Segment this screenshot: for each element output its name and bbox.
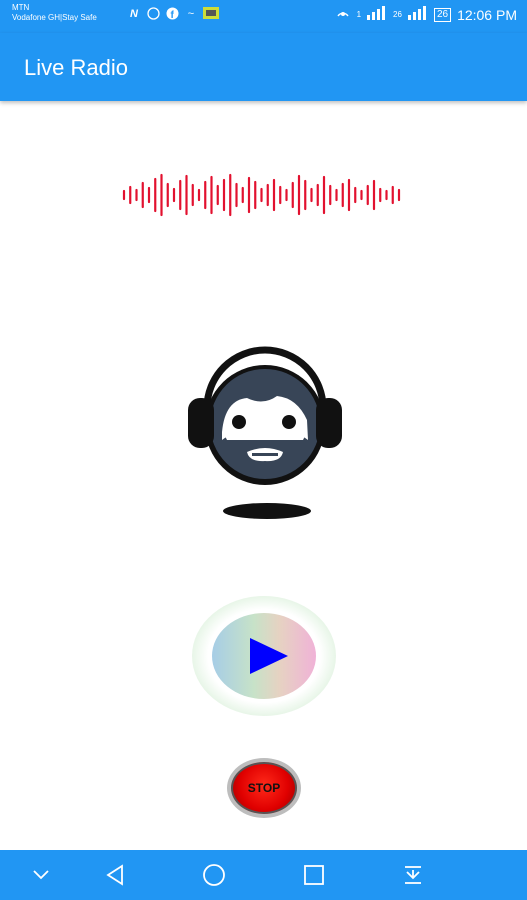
recents-icon[interactable] [300, 863, 328, 887]
carrier-info: MTN Vodafone GH|Stay Safe [12, 3, 97, 23]
network-type-label: 1 [356, 10, 362, 19]
carrier-name: MTN [12, 3, 30, 12]
app-bar: Live Radio [0, 33, 527, 101]
whatsapp-icon [146, 7, 160, 21]
dj-headphones-icon [188, 346, 342, 519]
notifications-pulldown-icon[interactable] [399, 863, 427, 887]
clock: 12:06 PM [457, 6, 517, 23]
audio-wave-icon [122, 173, 401, 217]
back-icon[interactable] [101, 863, 129, 887]
status-right: 1 26 26 12:06 PM [335, 6, 517, 23]
play-button[interactable] [212, 613, 316, 699]
notification-icons: N f ~ [127, 7, 219, 21]
battery-level: 26 [436, 8, 449, 20]
n-icon: N [130, 8, 138, 20]
stop-button[interactable]: STOP [227, 758, 301, 818]
navigation-bar [0, 850, 527, 900]
chevron-down-icon[interactable] [27, 863, 55, 887]
signal-icon-2 [407, 6, 428, 23]
home-icon[interactable] [200, 863, 228, 887]
tilde-icon: ~ [187, 8, 195, 20]
battery-icon: 26 [433, 7, 452, 22]
status-bar: MTN Vodafone GH|Stay Safe N f ~ 1 26 26 … [0, 0, 527, 33]
facebook-icon: f [165, 7, 179, 21]
play-icon [250, 638, 288, 674]
image-icon [203, 7, 219, 21]
stop-label: STOP [247, 781, 281, 795]
network-type-label-2: 26 [393, 10, 402, 19]
page-title: Live Radio [24, 55, 128, 80]
hotspot-icon [335, 6, 351, 23]
signal-icon [367, 6, 387, 23]
carrier-name-secondary: Vodafone GH|Stay Safe [12, 13, 97, 22]
